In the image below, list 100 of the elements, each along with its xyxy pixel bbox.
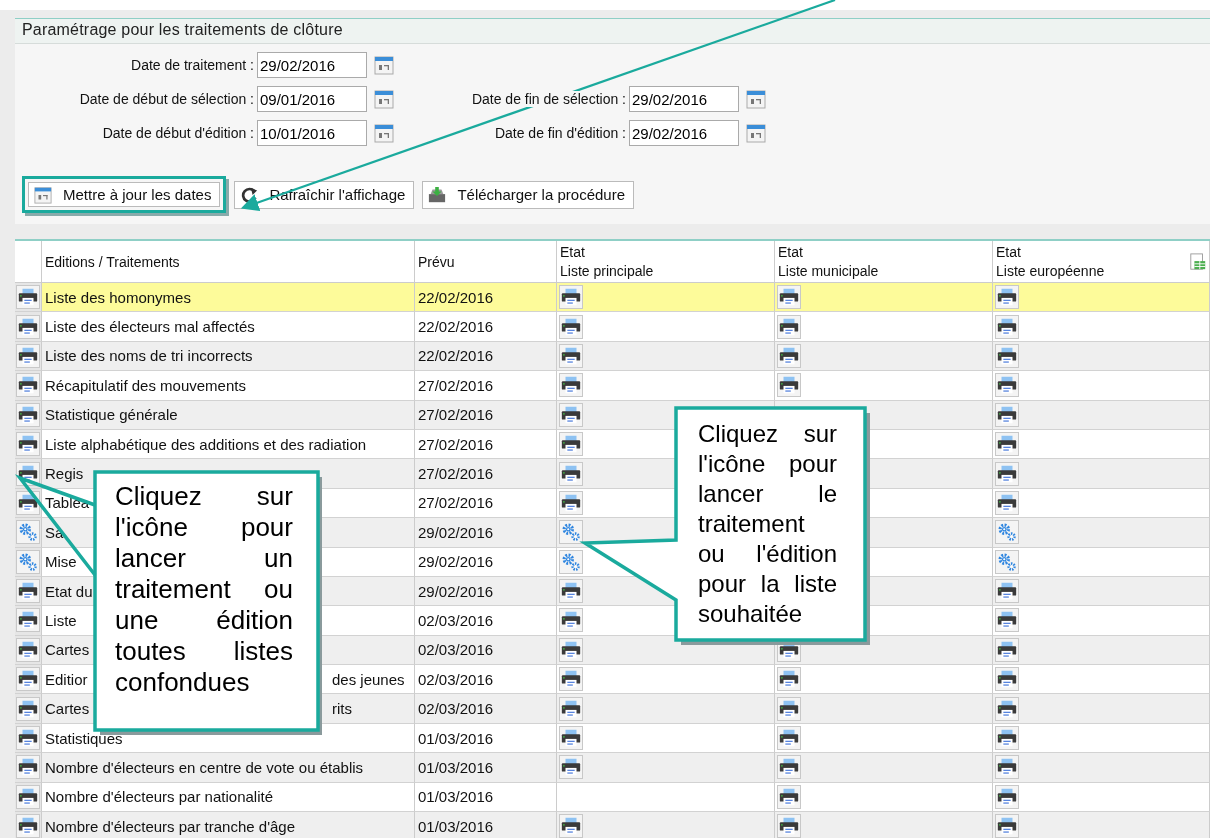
printer-icon[interactable] (559, 637, 583, 662)
date-field[interactable]: 29/02/2016 (629, 86, 739, 112)
field-label: Date de fin d'édition : (494, 125, 626, 141)
printer-icon[interactable] (559, 461, 583, 486)
printer-icon[interactable] (777, 667, 801, 692)
printer-icon[interactable] (559, 490, 583, 515)
printer-icon[interactable] (777, 696, 801, 721)
header-sublabel: Liste principale (560, 262, 655, 281)
row-name[interactable]: Statistiques (45, 729, 123, 747)
date-field[interactable]: 10/01/2016 (257, 120, 367, 146)
row-name: des jeunes (332, 670, 405, 688)
date-cell: 27/02/2016 (415, 459, 557, 489)
printer-icon[interactable] (995, 490, 1019, 515)
date-field[interactable]: 09/01/2016 (257, 86, 367, 112)
row-name[interactable]: Etat du (45, 582, 93, 600)
printer-icon[interactable] (995, 432, 1019, 457)
date-field[interactable]: 29/02/2016 (257, 52, 367, 78)
calendar-icon[interactable] (746, 89, 766, 109)
printer-icon[interactable] (559, 343, 583, 368)
printer-icon[interactable] (559, 373, 583, 398)
date-cell: 22/02/2016 (415, 341, 557, 372)
field-label: Date de début de sélection : (79, 91, 254, 107)
printer-icon[interactable] (995, 784, 1019, 809)
toolbar-button[interactable]: Mettre à jour les dates (28, 182, 221, 207)
calendar-icon[interactable] (374, 55, 394, 75)
date-cell: 22/02/2016 (415, 283, 557, 313)
printer-icon[interactable] (995, 726, 1019, 751)
date-cell: 01/03/2016 (415, 812, 557, 838)
header-label: Etat (996, 243, 1022, 262)
printer-icon[interactable] (777, 343, 801, 368)
printer-icon[interactable] (995, 667, 1019, 692)
gears-icon[interactable] (995, 520, 1019, 545)
tooltip-text: Cliquez sur l'icône pour lancer le traitement ou l'édition pour la liste souhaitée (698, 419, 837, 629)
toolbar-button[interactable]: Télécharger la procédure (422, 180, 634, 209)
printer-icon[interactable] (559, 667, 583, 692)
row-name[interactable]: Mise (45, 553, 77, 571)
date-cell: 27/02/2016 (415, 371, 557, 401)
printer-icon[interactable] (559, 432, 583, 457)
gears-icon[interactable] (559, 549, 583, 574)
row-name[interactable]: Cartes (45, 700, 90, 718)
date-cell: 22/02/2016 (415, 312, 557, 342)
printer-icon[interactable] (559, 726, 583, 751)
date-cell: 02/03/2016 (415, 606, 557, 636)
row-name[interactable]: Liste (45, 612, 77, 629)
field-label: Date de traitement : (131, 57, 254, 73)
printer-icon[interactable] (777, 814, 801, 838)
calendar-icon[interactable] (374, 123, 394, 143)
printer-icon[interactable] (559, 608, 583, 633)
printer-icon[interactable] (995, 755, 1019, 780)
printer-icon[interactable] (995, 579, 1019, 604)
printer-icon[interactable] (995, 402, 1019, 427)
printer-icon[interactable] (559, 285, 583, 310)
printer-icon[interactable] (559, 579, 583, 604)
gears-icon[interactable] (559, 520, 583, 545)
calendar-icon[interactable] (746, 123, 766, 143)
printer-icon[interactable] (559, 814, 583, 838)
printer-icon[interactable] (559, 314, 583, 339)
date-field[interactable]: 29/02/2016 (629, 120, 739, 146)
date-cell: 02/03/2016 (415, 635, 557, 666)
date-cell: 29/02/2016 (415, 547, 557, 577)
printer-icon[interactable] (995, 637, 1019, 662)
printer-icon[interactable] (995, 461, 1019, 486)
printer-icon[interactable] (559, 755, 583, 780)
row-name[interactable]: Cartes (45, 641, 90, 659)
header-label: Etat (778, 243, 804, 262)
row-name: rits (332, 700, 352, 718)
printer-icon[interactable] (777, 285, 801, 310)
printer-icon[interactable] (995, 373, 1019, 398)
header-sublabel: Liste municipale (778, 262, 880, 281)
row-name[interactable]: Nombre d'électeurs par nationalité (45, 788, 273, 806)
calendar-icon[interactable] (374, 89, 394, 109)
printer-icon[interactable] (995, 285, 1019, 310)
printer-icon[interactable] (995, 608, 1019, 633)
field-label: Date de fin de sélection : (471, 91, 626, 107)
printer-icon[interactable] (559, 696, 583, 721)
row-name[interactable]: Liste alphabétique des additions et des radiation (45, 435, 367, 453)
header-sublabel: Liste européenne (996, 262, 1106, 281)
printer-icon[interactable] (559, 402, 583, 427)
printer-icon[interactable] (777, 784, 801, 809)
row-name[interactable]: Editior (45, 670, 88, 688)
printer-icon[interactable] (995, 696, 1019, 721)
printer-icon[interactable] (777, 755, 801, 780)
gears-icon[interactable] (995, 549, 1019, 574)
date-cell: 01/03/2016 (415, 753, 557, 783)
printer-icon[interactable] (777, 373, 801, 398)
date-cell: 27/02/2016 (415, 400, 557, 430)
printer-icon[interactable] (777, 726, 801, 751)
field-label: Date de début d'édition : (102, 125, 254, 141)
row-name[interactable]: Récapitulatif des mouvements (45, 376, 246, 394)
panel-title: Paramétrage pour les traitements de clôture (15, 19, 1210, 44)
tooltip-text: Cliquez sur l'icône pour lancer un traitement ou une édition toutes listes confondues (115, 481, 293, 698)
printer-icon[interactable] (777, 314, 801, 339)
date-cell: 02/03/2016 (415, 694, 557, 724)
row-name[interactable]: Liste des électeurs mal affectés (45, 318, 255, 336)
printer-icon[interactable] (995, 343, 1019, 368)
printer-icon[interactable] (995, 814, 1019, 838)
date-cell: 29/02/2016 (415, 576, 557, 607)
row-name[interactable]: Regis (45, 465, 84, 483)
printer-icon[interactable] (995, 314, 1019, 339)
spreadsheet-icon[interactable] (1189, 253, 1207, 271)
